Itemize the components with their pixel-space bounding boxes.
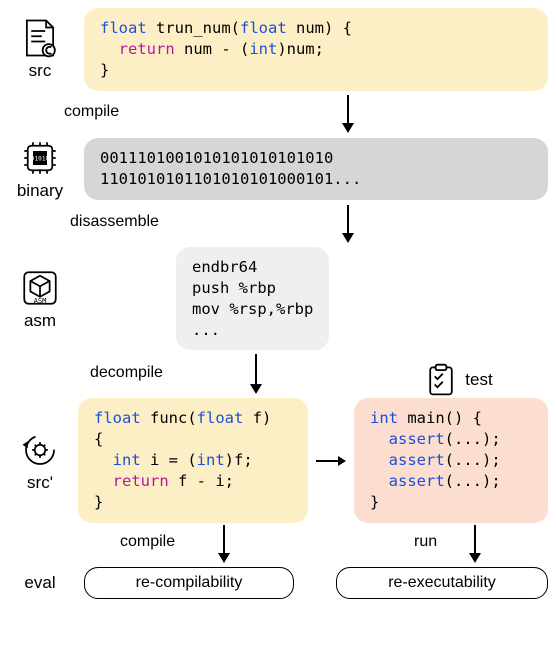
arrow-label-decompile: decompile [90, 364, 163, 382]
chip-icon: 01010 [19, 137, 61, 179]
label-test: test [465, 370, 492, 390]
arrow-label-compile: compile [64, 103, 119, 121]
icon-col-src: src [8, 17, 72, 81]
source-file-icon [19, 17, 61, 59]
icon-col-binary: 01010 binary [8, 137, 72, 201]
arrow-compile: compile [8, 91, 548, 137]
icon-col-srcprime: src' [8, 429, 72, 493]
pill-reexecutability: re-executability [336, 567, 548, 599]
arrow-disassemble: disassemble [8, 201, 548, 247]
arrow-run: run [362, 523, 548, 567]
row-src: src float trun_num(float num) { return n… [8, 8, 548, 91]
label-src: src [29, 61, 52, 81]
row-binary: 01010 binary 0011101001010101010101010 1… [8, 137, 548, 201]
pill-recompilability: re-compilability [84, 567, 294, 599]
code-src: float trun_num(float num) { return num -… [84, 8, 548, 91]
arrow-down-icon [178, 91, 378, 137]
gear-cycle-icon [19, 429, 61, 471]
arrow-right-icon [314, 451, 348, 471]
label-srcprime: src' [27, 473, 53, 493]
code-binary: 0011101001010101010101010 11010101011010… [84, 138, 548, 200]
label-eval: eval [24, 573, 55, 593]
code-asm: endbr64 push %rbp mov %rsp,%rbp ... [176, 247, 329, 351]
clipboard-check-icon [423, 362, 459, 398]
test-header: test [368, 362, 548, 398]
arrow-down-icon [365, 523, 545, 567]
arrow-decompile: decompile [84, 350, 368, 398]
label-binary: binary [17, 181, 63, 201]
arrow-label-run: run [414, 533, 437, 551]
icon-col-asm: ASM asm [8, 267, 72, 331]
code-test: int main() { assert(...); assert(...); a… [354, 398, 548, 523]
icon-col-eval: eval [8, 573, 72, 593]
arrow-label-disassemble: disassemble [70, 213, 159, 231]
row-srcprime: src' float func(float f) { int i = (int)… [8, 398, 548, 523]
arrow-label-compile2: compile [120, 533, 175, 551]
arrow-compile2: compile [84, 523, 328, 567]
svg-text:ASM: ASM [34, 296, 47, 304]
row-asm: ASM asm endbr64 push %rbp mov %rsp,%rbp … [8, 247, 548, 351]
label-asm: asm [24, 311, 56, 331]
asm-icon: ASM [19, 267, 61, 309]
svg-text:01010: 01010 [31, 155, 50, 162]
arrow-down-icon [148, 201, 408, 247]
code-srcprime: float func(float f) { int i = (int)f; re… [78, 398, 308, 523]
